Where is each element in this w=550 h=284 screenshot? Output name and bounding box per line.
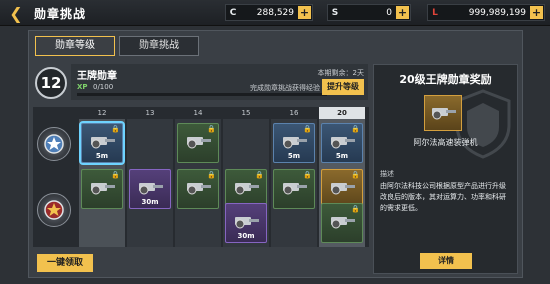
top-bar: ❮ 勋章挑战 C 288,529 + S 0 + L 999,989,199 + xyxy=(0,0,550,26)
level-column-header: 16 xyxy=(289,109,299,117)
claim-all-button[interactable]: 一键领取 xyxy=(37,254,93,272)
lock-icon: 🔒 xyxy=(207,171,216,179)
reward-title: 20级王牌勋章奖励 xyxy=(399,73,492,86)
upgrade-level-button[interactable]: 提升等级 xyxy=(322,79,364,95)
credits-icon: C xyxy=(229,7,237,18)
duration-label: 5m xyxy=(335,152,349,160)
reward-cell[interactable]: 🔒 xyxy=(177,123,219,163)
lock-icon: 🔒 xyxy=(207,125,216,133)
silver-icon: S xyxy=(331,7,339,18)
level-column-header: 20 xyxy=(319,107,365,119)
reward-grid: 12 13 14 15 16 20 🔒 5m 🔒 🔒 5m 🔒 5m 🔒 30m 🔒 🔒 🔒 🔒 30m 🔒 xyxy=(33,107,369,247)
equipment-icon xyxy=(283,183,307,195)
reward-cell[interactable]: 30m xyxy=(225,203,267,243)
medal-name: 王牌勋章 xyxy=(77,71,117,82)
equipment-icon xyxy=(331,137,355,149)
lock-icon: 🔒 xyxy=(111,171,120,179)
silver-value: 0 xyxy=(386,7,392,18)
details-button[interactable]: 详情 xyxy=(420,253,472,269)
credits-value: 288,529 xyxy=(256,7,294,18)
reward-item-name: 阿尔法高速装弹机 xyxy=(413,138,478,147)
lock-icon: 🔒 xyxy=(351,205,360,213)
xp-label: XP xyxy=(77,83,88,91)
xp-hint: 完成勋章挑战获得经验 xyxy=(250,84,320,92)
reward-panel: 20级王牌勋章奖励 阿尔法高速装弹机 描述 由阿尔法科技公司根据原型产品进行升级… xyxy=(373,64,518,274)
lock-icon: 🔒 xyxy=(255,171,264,179)
level-column-header: 12 xyxy=(97,109,107,117)
reward-cell[interactable]: 🔒 5m xyxy=(321,123,363,163)
reward-cell[interactable]: 🔒 xyxy=(273,169,315,209)
lock-icon: 🔒 xyxy=(351,125,360,133)
add-credits-button[interactable]: + xyxy=(298,6,311,19)
equipment-icon xyxy=(187,183,211,195)
back-arrow-icon[interactable]: ❮ xyxy=(6,3,26,23)
currency-premium: L 999,989,199 + xyxy=(427,4,545,21)
level-badge: 12 xyxy=(35,67,67,99)
reward-item-loader[interactable] xyxy=(424,95,462,131)
lock-icon: 🔒 xyxy=(111,125,120,133)
reward-cell[interactable]: 🔒 5m xyxy=(79,121,125,165)
medal-panel: 勋章等级 勋章挑战 12 王牌勋章 本期剩余：2天 XP 0/100 完成勋章挑… xyxy=(28,30,523,278)
tab-medal-level[interactable]: 勋章等级 xyxy=(35,36,115,56)
page-title: 勋章挑战 xyxy=(34,7,87,21)
lock-icon: 🔒 xyxy=(303,171,312,179)
equipment-icon xyxy=(187,137,211,149)
level-column-header: 14 xyxy=(193,109,203,117)
xp-progress-bar xyxy=(77,93,327,96)
equipment-icon xyxy=(91,183,115,195)
level-header: 王牌勋章 本期剩余：2天 XP 0/100 完成勋章挑战获得经验 提升等级 xyxy=(71,64,368,100)
add-premium-button[interactable]: + xyxy=(530,6,543,19)
lock-icon: 🔒 xyxy=(351,171,360,179)
reward-cell[interactable]: 🔒 xyxy=(321,203,363,243)
add-silver-button[interactable]: + xyxy=(396,6,409,19)
xp-value: 0/100 xyxy=(93,83,114,91)
reward-cell[interactable]: 🔒 5m xyxy=(273,123,315,163)
season-remaining: 本期剩余：2天 xyxy=(317,69,364,77)
autoloader-icon xyxy=(432,108,456,120)
reward-cell[interactable]: 🔒 xyxy=(177,169,219,209)
reward-cell[interactable]: 🔒 xyxy=(81,169,123,209)
equipment-icon xyxy=(331,217,355,229)
tab-medal-challenge[interactable]: 勋章挑战 xyxy=(119,36,199,56)
premium-icon: L xyxy=(432,7,438,18)
duration-label: 5m xyxy=(287,152,301,160)
level-column-header: 13 xyxy=(145,109,155,117)
level-column-header: 15 xyxy=(241,109,251,117)
equipment-icon xyxy=(331,183,355,195)
description-text: 由阿尔法科技公司根据原型产品进行升级改良后的版本，其对运算力、功率和科研的需求更… xyxy=(380,182,506,212)
shield-emblem-icon xyxy=(455,89,511,159)
duration-label: 5m xyxy=(95,152,109,160)
duration-label: 30m xyxy=(141,198,159,206)
standard-medal-icon xyxy=(37,127,71,161)
equipment-icon xyxy=(235,217,259,229)
equipment-icon xyxy=(91,137,115,149)
equipment-icon xyxy=(235,183,259,195)
description-heading: 描述 xyxy=(380,170,394,178)
ace-medal-icon xyxy=(37,193,71,227)
equipment-icon xyxy=(283,137,307,149)
premium-value: 999,989,199 xyxy=(468,7,526,18)
currency-silver: S 0 + xyxy=(327,4,411,21)
currency-credits: C 288,529 + xyxy=(225,4,313,21)
equipment-icon xyxy=(139,183,163,195)
reward-cell[interactable]: 30m xyxy=(129,169,171,209)
lock-icon: 🔒 xyxy=(303,125,312,133)
duration-label: 30m xyxy=(237,232,255,240)
